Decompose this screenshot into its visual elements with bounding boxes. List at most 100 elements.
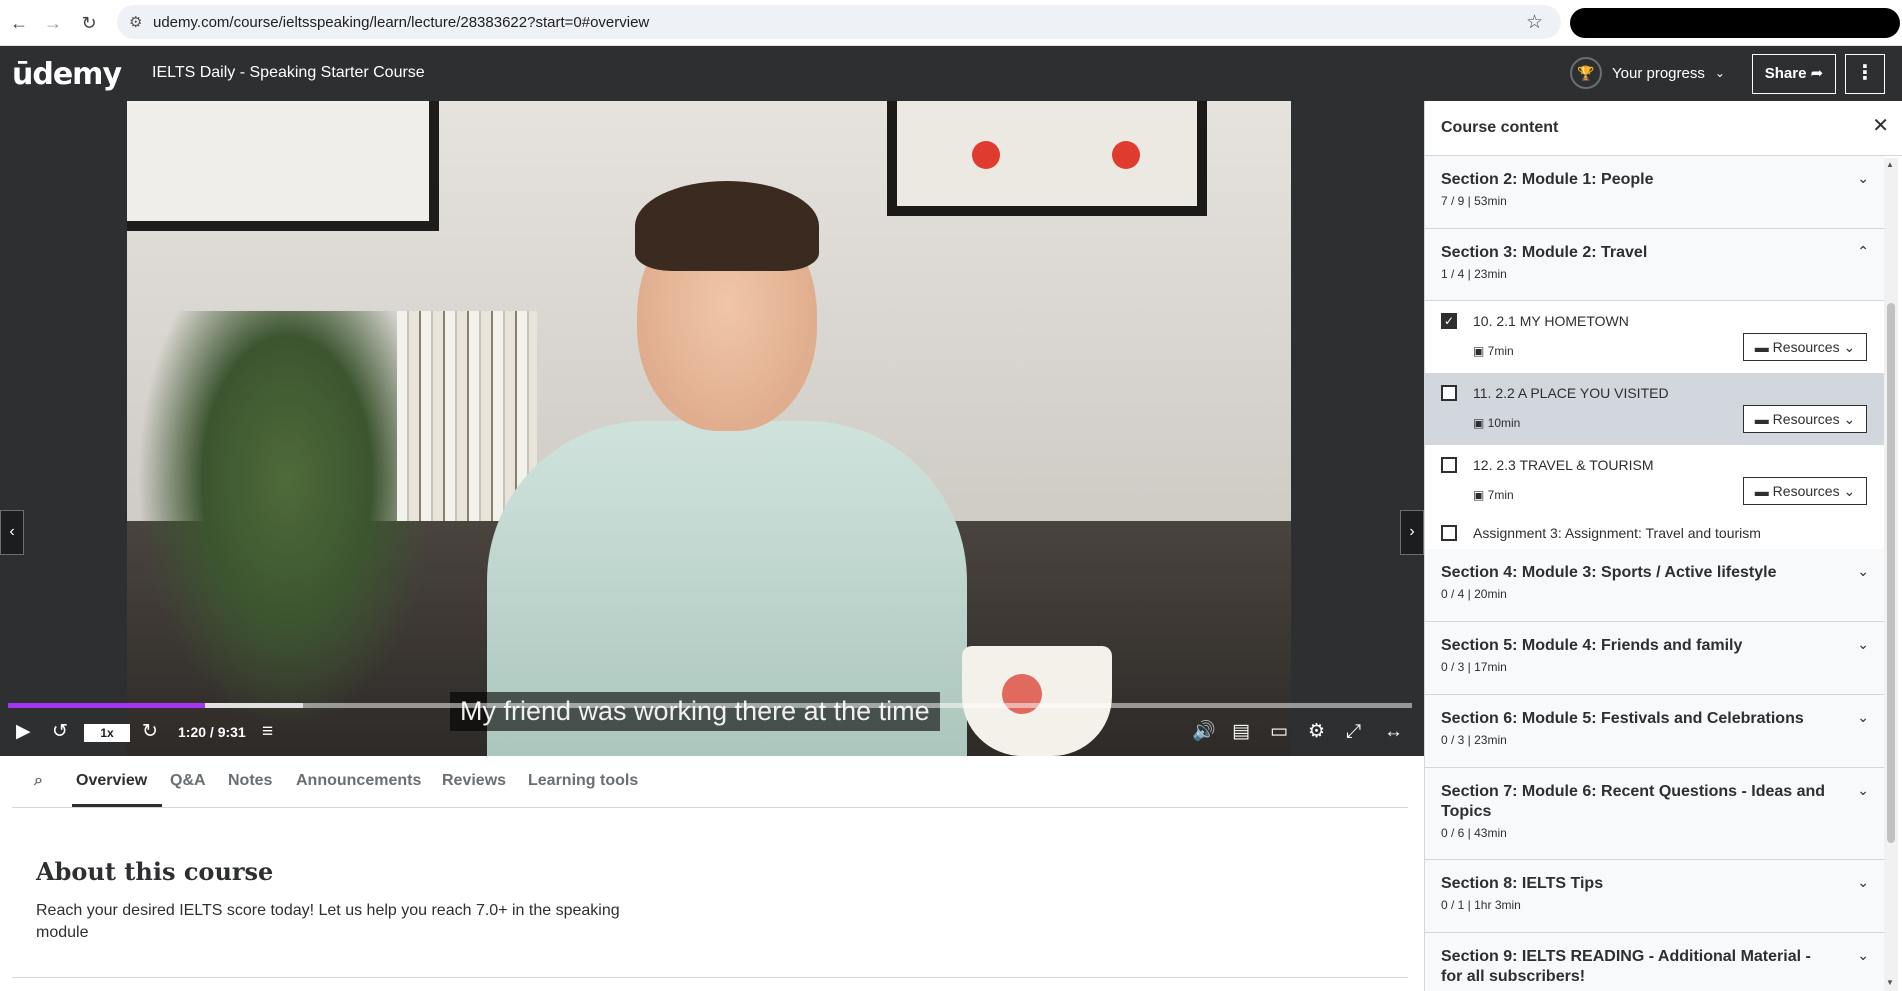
- sidebar-header: Course content ✕: [1425, 101, 1902, 156]
- trophy-icon: 🏆: [1570, 57, 1602, 89]
- section-title: Section 6: Module 5: Festivals and Celeb…: [1441, 710, 1804, 727]
- section-title: Section 7: Module 6: Recent Questions - …: [1441, 783, 1826, 820]
- playback-speed-button[interactable]: 1x: [84, 724, 130, 742]
- chevron-up-icon: ⌃: [1857, 243, 1869, 259]
- url-text[interactable]: udemy.com/course/ieltsspeaking/learn/lec…: [153, 14, 649, 31]
- tab-notes[interactable]: Notes: [228, 772, 272, 790]
- tab-reviews[interactable]: Reviews: [442, 772, 506, 790]
- lecture-duration: ▣ 10min: [1473, 416, 1521, 430]
- course-header: ūdemy IELTS Daily - Speaking Starter Cou…: [0, 46, 1902, 101]
- section-header[interactable]: Section 3: Module 2: Travel 1 / 4 | 23mi…: [1425, 229, 1885, 301]
- video-icon: ▣: [1473, 344, 1488, 358]
- video-icon: ▣: [1473, 488, 1488, 502]
- resources-dropdown[interactable]: ▬ Resources ⌄: [1743, 333, 1867, 361]
- scroll-down-icon[interactable]: ▼: [1886, 978, 1894, 987]
- lecture-item[interactable]: ✓ 10. 2.1 MY HOMETOWN ▣ 7min ▬ Resources…: [1425, 301, 1885, 373]
- section-header[interactable]: Section 6: Module 5: Festivals and Celeb…: [1425, 695, 1885, 768]
- scrollbar-thumb[interactable]: [1887, 303, 1895, 843]
- chevron-down-icon: ⌄: [1839, 483, 1856, 499]
- browser-toolbar: ← → ↻ ⚙ udemy.com/course/ieltsspeaking/l…: [0, 0, 1902, 46]
- chevron-down-icon: ⌄: [1839, 339, 1856, 355]
- wall-picture: [127, 101, 439, 231]
- transcript-icon[interactable]: ▤: [1232, 720, 1250, 744]
- next-lecture-icon[interactable]: ›: [1400, 510, 1424, 555]
- video-progress-bar[interactable]: [8, 703, 1412, 708]
- lecture-checkbox[interactable]: [1441, 525, 1457, 541]
- forward-icon[interactable]: →: [40, 10, 66, 36]
- lecture-checkbox[interactable]: [1441, 385, 1457, 401]
- section-header[interactable]: Section 4: Module 3: Sports / Active lif…: [1425, 549, 1885, 622]
- udemy-logo[interactable]: ūdemy: [12, 57, 122, 92]
- rewind-icon[interactable]: ↺: [52, 720, 68, 744]
- video-frame[interactable]: [127, 101, 1291, 756]
- section-title: Section 8: IELTS Tips: [1441, 875, 1604, 892]
- close-icon[interactable]: ✕: [1872, 113, 1889, 138]
- share-button[interactable]: Share ➦: [1752, 54, 1836, 94]
- volume-icon[interactable]: 🔊: [1192, 720, 1216, 744]
- address-bar[interactable]: ⚙ udemy.com/course/ieltsspeaking/learn/l…: [117, 5, 1561, 39]
- section-header[interactable]: Section 5: Module 4: Friends and family …: [1425, 622, 1885, 695]
- site-info-icon[interactable]: ⚙: [129, 13, 142, 31]
- player-controls: ▶ ↺ 1x ↻ 1:20 / 9:31 ≡ 🔊 ▤ ▭ ⚙ ⤢ ↔: [0, 714, 1424, 756]
- section-header[interactable]: Section 7: Module 6: Recent Questions - …: [1425, 768, 1885, 860]
- time-display: 1:20 / 9:31: [178, 724, 246, 740]
- assignment-item[interactable]: Assignment 3: Assignment: Travel and tou…: [1425, 517, 1885, 549]
- section-subtitle: 0 / 3 | 17min: [1441, 660, 1507, 674]
- captions-icon[interactable]: ▭: [1270, 720, 1288, 744]
- fullscreen-icon[interactable]: ⤢: [1346, 720, 1361, 744]
- section-subtitle: 1 / 4 | 23min: [1441, 267, 1507, 281]
- section-header[interactable]: Section 9: IELTS READING - Additional Ma…: [1425, 933, 1885, 991]
- lecture-checkbox[interactable]: [1441, 457, 1457, 473]
- divider: [12, 977, 1408, 978]
- section-subtitle: 7 / 9 | 53min: [1441, 194, 1507, 208]
- completed-checkbox[interactable]: ✓: [1441, 313, 1457, 329]
- back-icon[interactable]: ←: [6, 10, 32, 36]
- scroll-up-icon[interactable]: ▲: [1886, 160, 1894, 169]
- your-progress-button[interactable]: 🏆 Your progress ⌄: [1570, 57, 1725, 89]
- chevron-down-icon: ⌄: [1857, 874, 1869, 890]
- lecture-title: 12. 2.3 TRAVEL & TOURISM: [1473, 457, 1654, 473]
- tab-learning-tools[interactable]: Learning tools: [528, 772, 638, 790]
- about-heading: About this course: [36, 857, 274, 886]
- section-subtitle: 0 / 1 | 1hr 3min: [1441, 898, 1521, 912]
- settings-gear-icon[interactable]: ⚙: [1308, 720, 1325, 744]
- tab-announcements[interactable]: Announcements: [296, 772, 421, 790]
- course-title[interactable]: IELTS Daily - Speaking Starter Course: [152, 64, 425, 82]
- chevron-down-icon: ⌄: [1857, 170, 1869, 186]
- video-player[interactable]: ‹ ›: [0, 101, 1424, 756]
- section-subtitle: 0 / 6 | 43min: [1441, 826, 1507, 840]
- tab-qa[interactable]: Q&A: [170, 772, 206, 790]
- section-header[interactable]: Section 2: Module 1: People 7 / 9 | 53mi…: [1425, 156, 1885, 229]
- bookmark-star-icon[interactable]: ☆: [1526, 11, 1543, 34]
- forward-icon[interactable]: ↻: [142, 720, 158, 744]
- section-title: Section 5: Module 4: Friends and family: [1441, 637, 1743, 654]
- sidebar-scrollbar[interactable]: ▲ ▼: [1884, 158, 1898, 991]
- chevron-down-icon: ⌄: [1857, 636, 1869, 652]
- section-title: Section 9: IELTS READING - Additional Ma…: [1441, 948, 1811, 985]
- resources-dropdown[interactable]: ▬ Resources ⌄: [1743, 477, 1867, 505]
- active-tab-indicator: [72, 804, 162, 807]
- section-title: Section 2: Module 1: People: [1441, 171, 1654, 188]
- reload-icon[interactable]: ↻: [76, 10, 102, 36]
- play-icon[interactable]: ▶: [16, 720, 31, 744]
- video-icon: ▣: [1473, 416, 1488, 430]
- more-options-icon[interactable]: ⋮: [1845, 54, 1885, 94]
- progress-label: Your progress: [1612, 64, 1705, 82]
- wall-certificate: [887, 101, 1207, 216]
- lecture-item-current[interactable]: 11. 2.2 A PLACE YOU VISITED ▣ 10min ▬ Re…: [1425, 373, 1885, 445]
- expand-width-icon[interactable]: ↔: [1384, 720, 1403, 744]
- chevron-down-icon: ⌄: [1714, 66, 1725, 80]
- presenter: [487, 161, 967, 756]
- resources-dropdown[interactable]: ▬ Resources ⌄: [1743, 405, 1867, 433]
- section-subtitle: 0 / 3 | 23min: [1441, 733, 1507, 747]
- lecture-duration: ▣ 7min: [1473, 344, 1514, 358]
- section-header[interactable]: Section 8: IELTS Tips 0 / 1 | 1hr 3min ⌄: [1425, 860, 1885, 933]
- tab-overview[interactable]: Overview: [76, 772, 147, 790]
- search-icon[interactable]: ⌕: [34, 772, 43, 790]
- add-note-icon[interactable]: ≡: [262, 720, 273, 744]
- course-content-sidebar: Course content ✕ Section 2: Module 1: Pe…: [1424, 101, 1902, 991]
- lecture-item[interactable]: 12. 2.3 TRAVEL & TOURISM ▣ 7min ▬ Resour…: [1425, 445, 1885, 517]
- course-tabs: ⌕ Overview Q&A Notes Announcements Revie…: [12, 756, 1408, 808]
- previous-lecture-icon[interactable]: ‹: [0, 510, 24, 555]
- section-subtitle: 0 / 4 | 20min: [1441, 587, 1507, 601]
